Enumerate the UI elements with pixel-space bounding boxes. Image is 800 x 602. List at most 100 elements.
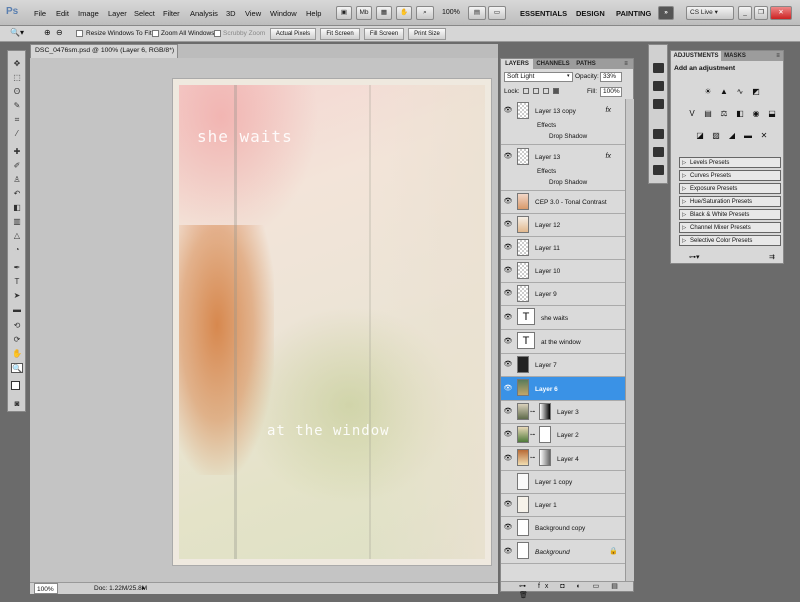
- fill-field[interactable]: 100%: [600, 87, 622, 97]
- posterize-icon[interactable]: ▨: [711, 131, 721, 141]
- status-zoom-field[interactable]: 100%: [34, 583, 58, 594]
- visibility-eye-icon[interactable]: 👁: [503, 198, 513, 206]
- clone-stamp-tool-icon[interactable]: ♙: [11, 175, 23, 185]
- history-icon[interactable]: [653, 63, 664, 73]
- marquee-tool-icon[interactable]: ⬚: [11, 73, 23, 83]
- layer-row[interactable]: 👁 Layer 10: [501, 260, 625, 283]
- hand-tool-button[interactable]: ✋: [396, 6, 412, 20]
- preset-black-white[interactable]: Black & White Presets: [679, 209, 781, 220]
- mini-bridge-button[interactable]: Mb: [356, 6, 372, 20]
- styles-icon[interactable]: [653, 165, 664, 175]
- workspace-essentials[interactable]: ESSENTIALS: [520, 9, 567, 18]
- hue-saturation-icon[interactable]: ▤: [703, 109, 713, 119]
- close-icon[interactable]: ✕: [770, 6, 792, 20]
- menu-analysis[interactable]: Analysis: [190, 9, 218, 18]
- menu-image[interactable]: Image: [78, 9, 99, 18]
- menu-3d[interactable]: 3D: [226, 9, 236, 18]
- selective-color-icon[interactable]: ✕: [759, 131, 769, 141]
- 3d-orbit-tool-icon[interactable]: ⟳: [11, 335, 23, 345]
- workspace-painting[interactable]: PAINTING: [616, 9, 651, 18]
- blur-tool-icon[interactable]: △: [11, 231, 23, 241]
- swatches-icon[interactable]: [653, 81, 664, 91]
- visibility-eye-icon[interactable]: 👁: [503, 107, 513, 115]
- vibrance-icon[interactable]: V: [687, 109, 697, 119]
- lock-all-icon[interactable]: [553, 88, 559, 94]
- zoom-tool-icon[interactable]: 🔍▾: [10, 28, 24, 37]
- preset-channel-mixer[interactable]: Channel Mixer Presets: [679, 222, 781, 233]
- invert-icon[interactable]: ◪: [695, 131, 705, 141]
- zoom-tool-icon[interactable]: 🔍: [11, 363, 23, 373]
- levels-icon[interactable]: ▲: [719, 87, 729, 97]
- path-selection-tool-icon[interactable]: ➤: [11, 291, 23, 301]
- visibility-eye-icon[interactable]: 👁: [503, 338, 513, 346]
- brightness-contrast-icon[interactable]: ☀: [703, 87, 713, 97]
- layer-row[interactable]: 👁 ⊶ Layer 2: [501, 424, 625, 447]
- layer-row[interactable]: 👁 ⊶ Layer 3: [501, 401, 625, 424]
- mask-link-icon[interactable]: ⊶: [530, 455, 535, 461]
- gradient-tool-icon[interactable]: ▥: [11, 217, 23, 227]
- opacity-field[interactable]: 33%: [600, 72, 622, 82]
- tab-masks[interactable]: MASKS: [721, 51, 749, 61]
- preset-curves[interactable]: Curves Presets: [679, 170, 781, 181]
- layer-row[interactable]: 👁 T she waits: [501, 306, 625, 330]
- blend-dropdown-icon[interactable]: ▾: [567, 73, 570, 79]
- healing-brush-tool-icon[interactable]: ✚: [11, 147, 23, 157]
- menu-layer[interactable]: Layer: [108, 9, 127, 18]
- lasso-tool-icon[interactable]: ʘ: [11, 87, 23, 97]
- quick-select-tool-icon[interactable]: ✎: [11, 101, 23, 111]
- mask-link-icon[interactable]: ⊶: [530, 409, 535, 415]
- layer-mask-thumbnail[interactable]: [539, 403, 551, 420]
- preset-levels[interactable]: Levels Presets: [679, 157, 781, 168]
- actual-pixels-button[interactable]: Actual Pixels: [270, 28, 316, 40]
- menu-window[interactable]: Window: [270, 9, 297, 18]
- eraser-tool-icon[interactable]: ◧: [11, 203, 23, 213]
- scrubby-zoom-checkbox[interactable]: [214, 30, 221, 37]
- curves-icon[interactable]: ∿: [735, 87, 745, 97]
- 3d-rotate-tool-icon[interactable]: ⟲: [11, 321, 23, 331]
- layer-row[interactable]: 👁 Layer 1 copy: [501, 471, 625, 494]
- photo-filter-icon[interactable]: ◉: [751, 109, 761, 119]
- crop-tool-icon[interactable]: ⌗: [11, 115, 23, 125]
- menu-edit[interactable]: Edit: [56, 9, 69, 18]
- canvas-image[interactable]: she waits at the window: [172, 78, 492, 566]
- status-menu-arrow-icon[interactable]: ▸: [142, 583, 146, 594]
- tab-adjustments[interactable]: ADJUSTMENTS: [671, 51, 721, 61]
- layer-row[interactable]: 👁 CEP 3.0 - Tonal Contrast: [501, 191, 625, 214]
- resize-windows-checkbox[interactable]: [76, 30, 83, 37]
- blend-mode-select[interactable]: Soft Light: [504, 72, 573, 82]
- preset-selective-color[interactable]: Selective Color Presets: [679, 235, 781, 246]
- brush-tool-icon[interactable]: ✐: [11, 161, 23, 171]
- actions-icon[interactable]: [653, 99, 664, 109]
- visibility-eye-icon[interactable]: 👁: [503, 408, 513, 416]
- layer-row[interactable]: 👁 T at the window: [501, 330, 625, 354]
- visibility-eye-icon[interactable]: 👁: [503, 524, 513, 532]
- layers-footer-buttons[interactable]: ⊶ fx ◘ ◐ ▭ ▤ 🗑: [501, 581, 633, 599]
- lock-image-icon[interactable]: [533, 88, 539, 94]
- drop-shadow-effect[interactable]: Drop Shadow: [549, 179, 587, 186]
- lock-transparent-icon[interactable]: [523, 88, 529, 94]
- tab-channels[interactable]: CHANNELS: [533, 59, 573, 69]
- type-tool-icon[interactable]: T: [11, 277, 23, 287]
- shape-tool-icon[interactable]: ▬: [11, 305, 23, 315]
- visibility-eye-icon[interactable]: 👁: [503, 314, 513, 322]
- preset-exposure[interactable]: Exposure Presets: [679, 183, 781, 194]
- move-tool-icon[interactable]: ✥: [11, 59, 23, 69]
- layer-row[interactable]: 👁 Layer 9: [501, 283, 625, 306]
- document-tab[interactable]: DSC_0476sm.psd @ 100% (Layer 6, RGB/8*) …: [30, 44, 178, 66]
- layer-row[interactable]: 👁 Layer 13 fx Effects Drop Shadow: [501, 145, 625, 191]
- panel-menu-icon[interactable]: ≡: [771, 51, 785, 61]
- layers-scrollbar[interactable]: [625, 99, 634, 581]
- visibility-eye-icon[interactable]: 👁: [503, 221, 513, 229]
- tab-layers[interactable]: LAYERS: [501, 59, 533, 69]
- mask-link-icon[interactable]: ⊶: [530, 432, 535, 438]
- adjustment-clip-icon[interactable]: ⊶▾: [689, 253, 700, 261]
- eyedropper-tool-icon[interactable]: ⁄: [11, 129, 23, 139]
- restore-icon[interactable]: ❐: [754, 6, 768, 20]
- zoom-out-icon[interactable]: ⊖: [56, 28, 63, 37]
- lock-position-icon[interactable]: [543, 88, 549, 94]
- effects-fx-icon[interactable]: fx: [606, 107, 611, 114]
- foreground-color-swatch[interactable]: [11, 381, 20, 390]
- layer-row[interactable]: 👁 ⊶ Layer 4: [501, 447, 625, 471]
- visibility-eye-icon[interactable]: 👁: [503, 548, 513, 556]
- brush-presets-icon[interactable]: [653, 147, 664, 157]
